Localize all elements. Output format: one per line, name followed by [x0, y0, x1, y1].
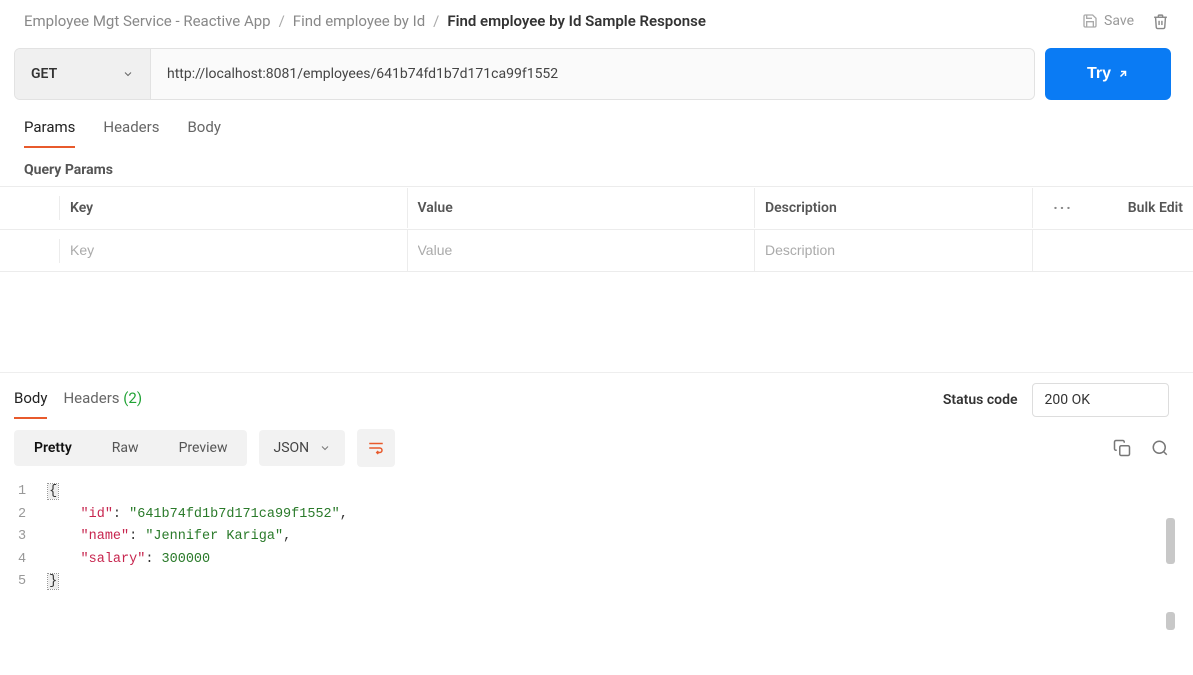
param-value-input[interactable] — [418, 242, 745, 258]
line-number: 1 — [18, 481, 26, 504]
method-label: GET — [31, 66, 57, 82]
code-gutter: 1 2 3 4 5 — [18, 481, 48, 594]
response-tab-body[interactable]: Body — [14, 381, 47, 419]
save-label: Save — [1104, 13, 1134, 29]
table-row — [0, 230, 1193, 271]
breadcrumb: Employee Mgt Service - Reactive App / Fi… — [24, 12, 706, 30]
response-tab-headers[interactable]: Headers (2) — [63, 381, 142, 419]
tab-headers[interactable]: Headers — [103, 110, 159, 148]
wrap-lines-icon — [367, 439, 385, 457]
params-col-description: Description — [755, 188, 1033, 228]
chevron-down-icon — [319, 442, 331, 454]
format-select[interactable]: JSON — [259, 430, 345, 466]
breadcrumb-sep-icon: / — [279, 12, 285, 30]
format-label: JSON — [273, 440, 309, 456]
response-body-code[interactable]: 1 2 3 4 5 { "id": "641b74fd1b7d171ca99f1… — [0, 475, 1193, 600]
url-input[interactable]: http://localhost:8081/employees/641b74fd… — [151, 49, 1034, 99]
scrollbar-thumb[interactable] — [1166, 518, 1175, 564]
scrollbar-thumb[interactable] — [1166, 612, 1175, 630]
save-icon — [1082, 13, 1098, 29]
row-handle[interactable] — [0, 239, 60, 263]
try-label: Try — [1087, 65, 1111, 83]
code-content: { "id": "641b74fd1b7d171ca99f1552", "nam… — [48, 481, 348, 594]
tab-body[interactable]: Body — [187, 110, 220, 148]
chevron-down-icon — [122, 68, 134, 80]
save-button[interactable]: Save — [1082, 13, 1134, 29]
param-description-input[interactable] — [765, 242, 1022, 258]
search-icon[interactable] — [1151, 439, 1169, 457]
view-raw-button[interactable]: Raw — [92, 430, 159, 466]
view-mode-switch: Pretty Raw Preview — [14, 430, 247, 466]
view-pretty-button[interactable]: Pretty — [14, 430, 92, 466]
line-number: 5 — [18, 571, 26, 594]
params-col-blank — [0, 196, 60, 220]
tab-params[interactable]: Params — [24, 110, 75, 148]
method-select[interactable]: GET — [15, 49, 151, 99]
status-code-label: Status code — [943, 392, 1018, 408]
breadcrumb-sep-icon: / — [433, 12, 439, 30]
response-headers-label: Headers — [63, 389, 119, 407]
line-number: 3 — [18, 526, 26, 549]
copy-icon[interactable] — [1113, 439, 1131, 457]
line-number: 4 — [18, 549, 26, 572]
params-col-key: Key — [60, 188, 408, 228]
breadcrumb-app[interactable]: Employee Mgt Service - Reactive App — [24, 12, 271, 30]
param-key-input[interactable] — [70, 242, 397, 258]
breadcrumb-endpoint[interactable]: Find employee by Id — [293, 12, 425, 30]
arrow-up-right-icon — [1117, 68, 1129, 80]
more-options-icon[interactable]: ··· — [1033, 187, 1093, 229]
line-number: 2 — [18, 504, 26, 527]
breadcrumb-current: Find employee by Id Sample Response — [447, 12, 706, 30]
params-col-value: Value — [408, 188, 756, 228]
scrollbar[interactable] — [1166, 518, 1175, 666]
wrap-lines-button[interactable] — [357, 429, 395, 467]
query-params-title: Query Params — [0, 148, 1193, 186]
query-params-table: Key Value Description ··· Bulk Edit — [0, 186, 1193, 272]
bulk-edit-button[interactable]: Bulk Edit — [1093, 188, 1193, 228]
delete-icon[interactable] — [1152, 13, 1169, 30]
try-button[interactable]: Try — [1045, 48, 1171, 100]
status-code-value[interactable]: 200 OK — [1032, 383, 1170, 417]
request-bar: GET http://localhost:8081/employees/641b… — [14, 48, 1035, 100]
view-preview-button[interactable]: Preview — [159, 430, 248, 466]
response-headers-count: (2) — [123, 389, 142, 407]
